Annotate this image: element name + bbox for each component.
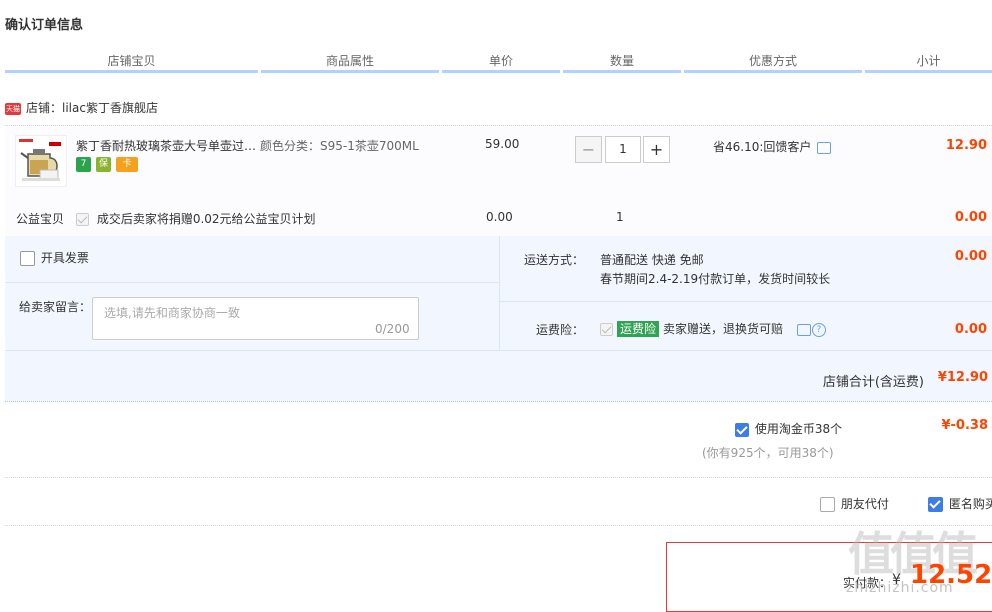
shipping-method[interactable]: 普通配送 快递 免邮	[600, 251, 704, 268]
charity-checkbox	[76, 213, 89, 226]
shop-total-label: 店铺合计(含运费)	[822, 375, 924, 390]
shipping-price: 0.00	[954, 249, 987, 264]
taojinbi-note: (你有925个，可用38个)	[702, 446, 834, 460]
message-label: 给卖家留言：	[19, 300, 92, 314]
col-subtotal: 小计	[865, 50, 992, 73]
insurance-tag: 运费险	[617, 321, 660, 337]
charity-subtotal: 0.00	[954, 210, 987, 225]
insurance-text: 卖家赠送，退换货可赔	[663, 322, 784, 336]
page-title: 确认订单信息	[5, 18, 84, 33]
friend-pay-option[interactable]: 朋友代付	[820, 495, 889, 512]
discount-text: 省46.10:回馈客户	[713, 140, 812, 154]
friend-pay-label: 朋友代付	[840, 497, 889, 511]
service-guarantee-icon[interactable]: 保	[96, 157, 111, 172]
message-icon[interactable]	[817, 141, 832, 154]
insurance-checkbox	[600, 323, 613, 336]
charity-price: 0.00	[486, 210, 513, 224]
product-title[interactable]: 紫丁香耐热玻璃茶壶大号单壶过…	[76, 137, 261, 154]
insurance-price: 0.00	[954, 322, 987, 337]
quantity-input[interactable]: 1	[605, 136, 641, 163]
separator	[5, 525, 992, 527]
service-7day-icon[interactable]: 7	[76, 157, 91, 172]
options-divider	[500, 301, 992, 302]
discount-info: 省46.10:回馈客户	[713, 138, 832, 155]
taojinbi-checkbox[interactable]	[735, 422, 749, 437]
col-attribute: 商品属性	[261, 50, 439, 73]
anonymous-label: 匿名购买	[948, 497, 992, 511]
col-quantity: 数量	[563, 50, 681, 73]
taojinbi-value: ¥-0.38	[941, 418, 988, 433]
charity-qty: 1	[616, 210, 624, 224]
col-shop-item: 店铺宝贝	[5, 50, 258, 73]
options-bottom-line	[5, 350, 992, 351]
shipping-label: 运送方式：	[524, 253, 585, 267]
charity-row: 成交后卖家将捐赠0.02元给公益宝贝计划	[76, 210, 316, 227]
service-card-icon[interactable]: 卡	[116, 157, 138, 172]
message-placeholder: 选填,请先和商家协商一致	[104, 306, 240, 320]
message-char-count: 0/200	[375, 322, 410, 336]
message-icon[interactable]	[796, 323, 811, 336]
product-thumbnail[interactable]	[15, 135, 67, 187]
insurance-label: 运费险：	[536, 323, 585, 337]
friend-pay-checkbox[interactable]	[820, 497, 835, 512]
shop-name[interactable]: 店铺：lilac紫丁香旗舰店	[26, 101, 158, 115]
options-divider-left	[5, 282, 499, 283]
charity-label: 公益宝贝	[16, 212, 65, 226]
column-header: 店铺宝贝 商品属性 单价 数量 优惠方式 小计	[5, 50, 992, 74]
taojinbi-label: 使用淘金币38个	[754, 422, 843, 436]
increase-button[interactable]: +	[643, 136, 670, 163]
decrease-button[interactable]: −	[575, 136, 602, 163]
help-icon[interactable]: ?	[811, 322, 826, 337]
shipping-note: 春节期间2.4-2.19付款订单，发货时间较长	[600, 272, 831, 286]
shop-name-row: 天猫 店铺：lilac紫丁香旗舰店	[5, 98, 158, 118]
product-attribute: 颜色分类：S95-1茶壶700ML	[260, 139, 419, 153]
watermark-url: zhizhizhi.com	[846, 580, 954, 596]
anonymous-option[interactable]: 匿名购买	[928, 495, 992, 512]
invoice-checkbox[interactable]	[20, 251, 35, 266]
unit-price: 59.00	[485, 137, 520, 151]
invoice-option[interactable]: 开具发票	[20, 249, 89, 266]
tmall-icon: 天猫	[5, 102, 21, 115]
anonymous-checkbox[interactable]	[928, 497, 943, 512]
invoice-label: 开具发票	[40, 251, 89, 265]
item-subtotal: 12.90	[945, 138, 987, 153]
charity-text: 成交后卖家将捐赠0.02元给公益宝贝计划	[96, 212, 316, 226]
col-discount: 优惠方式	[684, 50, 862, 73]
col-unit-price: 单价	[442, 50, 560, 73]
insurance-row: 运费险 卖家赠送，退换货可赔 ?	[600, 320, 826, 337]
shop-total-value: ¥12.90	[937, 370, 988, 385]
separator	[5, 477, 992, 479]
taojinbi-option[interactable]: 使用淘金币38个	[735, 420, 842, 437]
teapot-icon	[19, 139, 61, 181]
